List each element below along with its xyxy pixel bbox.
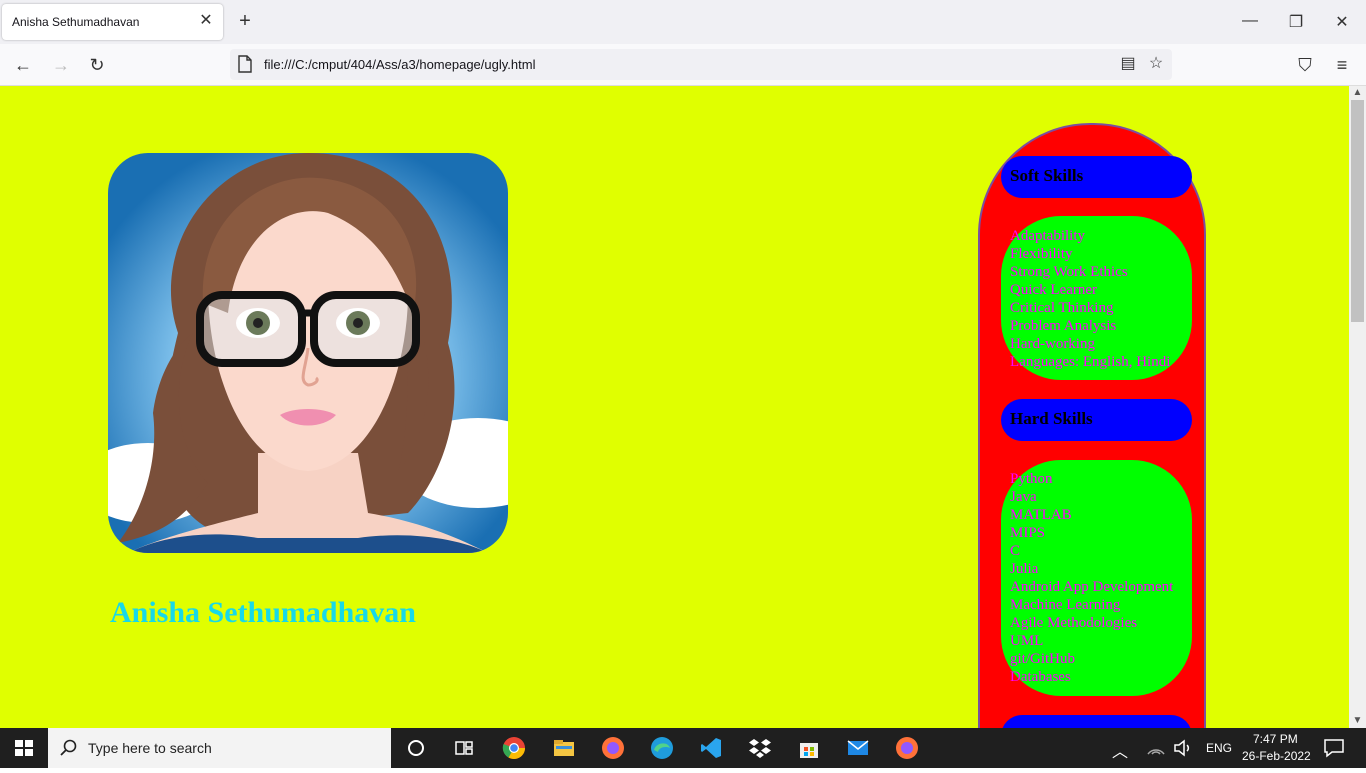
url-text: file:///C:/cmput/404/Ass/a3/homepage/ugl…	[264, 57, 536, 72]
soft-skills-list: Adaptability Flexibility Strong Work Ethic…	[1001, 216, 1192, 380]
new-tab-icon[interactable]: +	[234, 10, 256, 32]
skill-item: Flexibility	[1010, 246, 1073, 262]
skill-item: Agile Methodologies	[1010, 615, 1138, 631]
firefox-icon[interactable]	[601, 736, 625, 760]
skill-item: Julia	[1010, 561, 1039, 577]
skill-item: Python	[1010, 471, 1053, 487]
reader-view-icon[interactable]: ▤	[1118, 54, 1138, 74]
skill-item: Quick Learner	[1010, 282, 1098, 298]
tab-active[interactable]: Anisha Sethumadhavan ✕	[2, 4, 223, 40]
bookmark-star-icon[interactable]: ☆	[1146, 54, 1166, 74]
soft-skills-header: Soft Skills	[1001, 156, 1192, 198]
edge-icon[interactable]	[650, 736, 674, 760]
language-indicator[interactable]: ENG	[1206, 741, 1232, 755]
skill-item: Machine Learning	[1010, 597, 1121, 613]
restore-icon[interactable]: ❐	[1286, 12, 1306, 32]
skill-item: MIPS	[1010, 525, 1046, 541]
skill-item: Critical Thinking	[1010, 300, 1114, 316]
skill-item: Databases	[1010, 669, 1071, 685]
mail-icon[interactable]	[846, 736, 870, 760]
close-window-icon[interactable]: ✕	[1332, 12, 1352, 32]
navigation-bar: ← → ↻ file:///C:/cmput/404/Ass/a3/homepa…	[0, 44, 1366, 86]
search-placeholder: Type here to search	[88, 740, 212, 756]
skill-item: Languages: English, Hindi	[1010, 354, 1171, 370]
skill-item: Adaptability	[1010, 228, 1085, 244]
page-viewport: Anisha Sethumadhavan Soft Skills Adaptab…	[0, 86, 1349, 728]
firefox-active-icon[interactable]	[895, 736, 919, 760]
chrome-icon[interactable]	[502, 736, 526, 760]
tab-strip: Anisha Sethumadhavan ✕ + — ❐ ✕	[0, 0, 1366, 44]
volume-icon[interactable]	[1171, 736, 1195, 760]
windows-taskbar: Type here to search ︿ ENG 7:47 PM 26-Feb…	[0, 728, 1366, 768]
minimize-icon[interactable]: —	[1240, 12, 1260, 30]
tray-chevron-icon[interactable]: ︿	[1112, 738, 1128, 762]
tab-title: Anisha Sethumadhavan	[12, 15, 140, 29]
dropbox-icon[interactable]	[748, 736, 772, 760]
taskbar-search[interactable]: Type here to search	[48, 728, 391, 768]
skill-item: UML	[1010, 633, 1044, 649]
file-explorer-icon[interactable]	[552, 736, 576, 760]
cortana-icon[interactable]	[404, 736, 428, 760]
skill-item: Strong Work Ethics	[1010, 264, 1128, 280]
skill-item: Android App Development	[1010, 579, 1174, 595]
scroll-down-icon[interactable]: ▼	[1349, 714, 1366, 728]
file-icon	[238, 55, 252, 73]
start-button[interactable]	[0, 728, 48, 768]
search-icon	[60, 739, 77, 756]
hard-skills-header: Hard Skills	[1001, 399, 1192, 441]
next-section-header	[1001, 715, 1192, 728]
skill-item: Problem Analysis	[1010, 318, 1117, 334]
scroll-up-icon[interactable]: ▲	[1349, 86, 1366, 100]
pocket-icon[interactable]: ⛉	[1294, 54, 1316, 76]
skill-item: git/GitHub	[1010, 651, 1076, 667]
skill-item: C	[1010, 543, 1021, 559]
store-icon[interactable]	[797, 736, 821, 760]
soft-skills-title: Soft Skills	[1010, 166, 1084, 185]
vscode-icon[interactable]	[699, 736, 723, 760]
page-title: Anisha Sethumadhavan	[110, 596, 416, 629]
windows-icon	[15, 740, 33, 756]
skills-panel: Soft Skills Adaptability Flexibility Stron…	[978, 123, 1206, 728]
menu-icon[interactable]: ≡	[1331, 54, 1353, 76]
skill-item: Java	[1010, 489, 1037, 505]
wifi-icon[interactable]	[1144, 736, 1168, 760]
page-scrollbar[interactable]: ▲ ▼	[1349, 86, 1366, 728]
hard-skills-title: Hard Skills	[1010, 409, 1093, 428]
clock-date[interactable]: 26-Feb-2022	[1242, 749, 1311, 763]
scroll-thumb[interactable]	[1351, 100, 1364, 322]
skill-item: Hard-working	[1010, 336, 1095, 352]
forward-icon[interactable]: →	[50, 54, 72, 76]
close-tab-icon[interactable]: ✕	[197, 12, 215, 30]
hard-skills-list: Python Java MATLAB MIPS C Julia Android App De…	[1001, 460, 1192, 696]
reload-icon[interactable]: ↻	[86, 54, 108, 76]
profile-avatar	[108, 153, 508, 553]
clock-time[interactable]: 7:47 PM	[1253, 732, 1298, 746]
url-bar[interactable]: file:///C:/cmput/404/Ass/a3/homepage/ugl…	[230, 49, 1172, 80]
notifications-icon[interactable]	[1322, 736, 1346, 760]
task-view-icon[interactable]	[452, 736, 476, 760]
back-icon[interactable]: ←	[12, 54, 34, 76]
skill-item: MATLAB	[1010, 507, 1072, 523]
